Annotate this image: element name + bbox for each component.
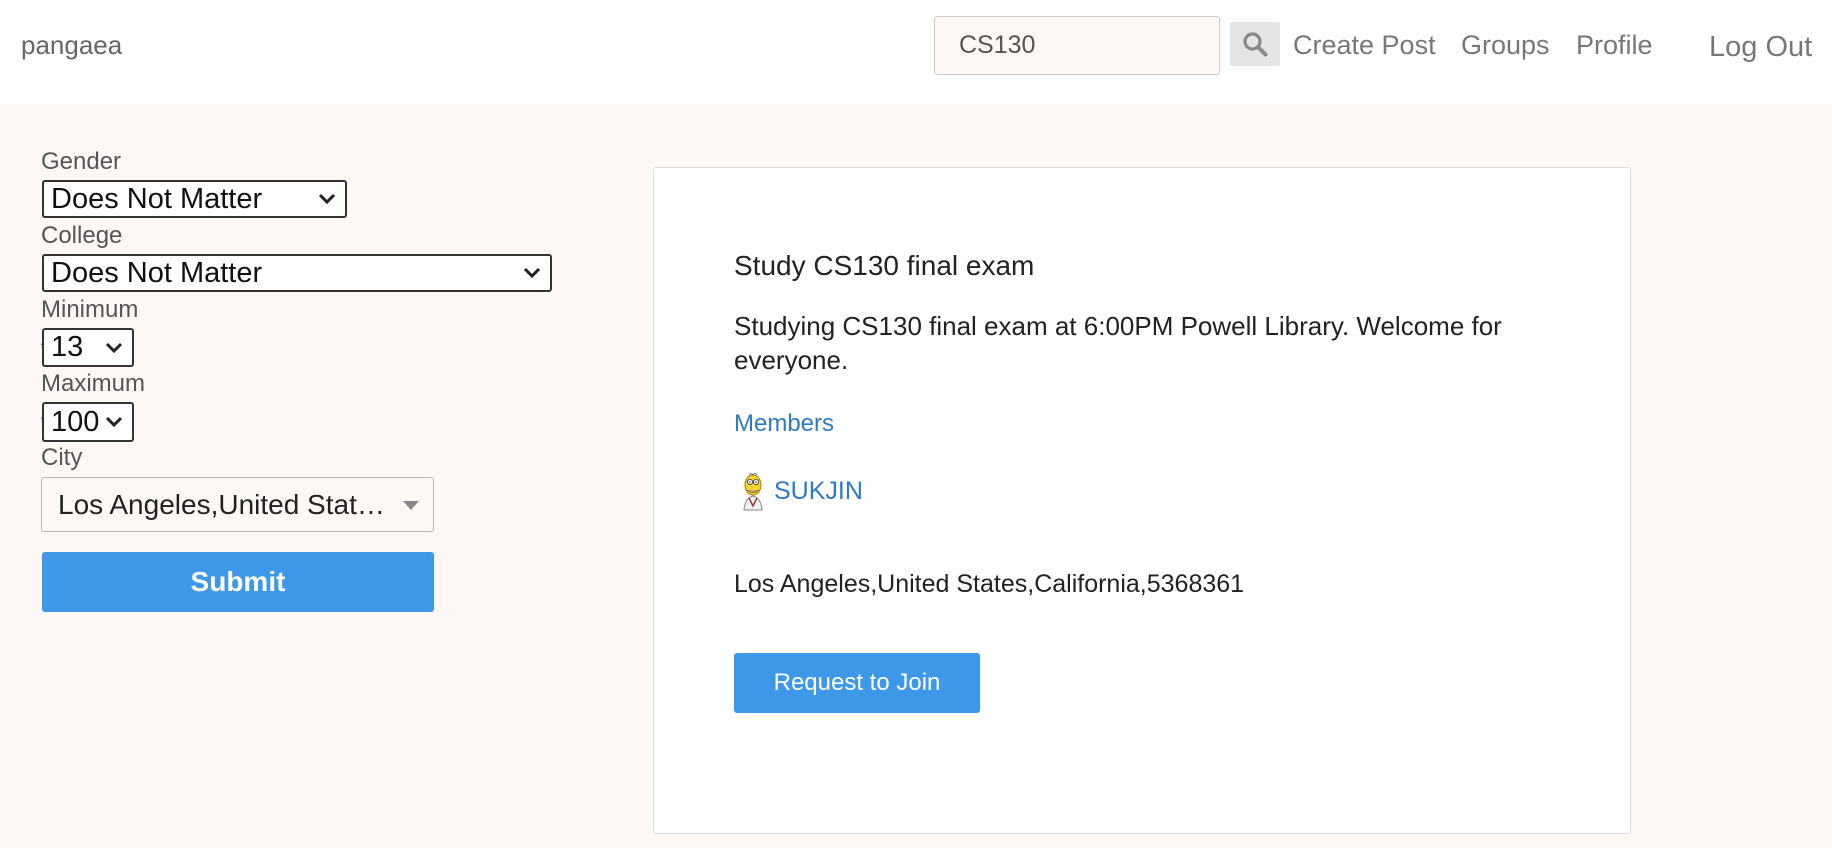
request-to-join-button[interactable]: Request to Join: [734, 653, 980, 713]
post-description: Studying CS130 final exam at 6:00PM Powe…: [734, 311, 1502, 375]
submit-button[interactable]: Submit: [42, 552, 434, 612]
nav-logout[interactable]: Log Out: [1709, 31, 1812, 64]
post-location: Los Angeles,United States,California,536…: [734, 570, 1245, 598]
nav-profile[interactable]: Profile: [1576, 30, 1653, 61]
brand-logo[interactable]: pangaea: [21, 30, 122, 61]
member-name: SUKJIN: [774, 476, 863, 505]
city-label: City: [41, 444, 83, 471]
gender-select[interactable]: Does Not Matter: [42, 180, 347, 218]
nav-groups[interactable]: Groups: [1461, 30, 1550, 61]
gender-select-value: Does Not Matter: [51, 182, 263, 215]
chevron-down-icon: [523, 267, 541, 279]
post-title: Study CS130 final exam: [734, 250, 1035, 281]
chevron-down-icon: [105, 342, 123, 353]
search-icon: [1243, 32, 1268, 57]
city-select-value: Los Angeles,United States,California,536…: [58, 488, 388, 520]
member-item[interactable]: SUKJIN: [738, 470, 863, 512]
max-age-select[interactable]: 100: [42, 402, 134, 442]
college-select[interactable]: Does Not Matter: [42, 254, 552, 292]
max-age-select-value: 100: [51, 405, 100, 438]
college-select-value: Does Not Matter: [51, 256, 263, 289]
search-button[interactable]: [1230, 22, 1280, 66]
chevron-down-icon: [318, 193, 336, 205]
search-input[interactable]: [934, 16, 1220, 75]
post-card: Study CS130 final exam Studying CS130 fi…: [653, 167, 1631, 834]
dropdown-triangle-icon: [403, 501, 419, 510]
nav-create-post[interactable]: Create Post: [1293, 30, 1436, 61]
cartoon-avatar-icon: [743, 473, 763, 511]
city-select[interactable]: Los Angeles,United States,California,536…: [41, 477, 434, 532]
top-navbar: pangaea Create Post Groups Profile Log O…: [0, 0, 1832, 104]
chevron-down-icon: [105, 416, 123, 428]
min-age-select[interactable]: 13: [42, 328, 134, 367]
gender-label: Gender: [41, 148, 122, 175]
min-age-select-value: 13: [51, 331, 84, 363]
members-link[interactable]: Members: [734, 410, 834, 438]
college-label: College: [41, 222, 123, 249]
